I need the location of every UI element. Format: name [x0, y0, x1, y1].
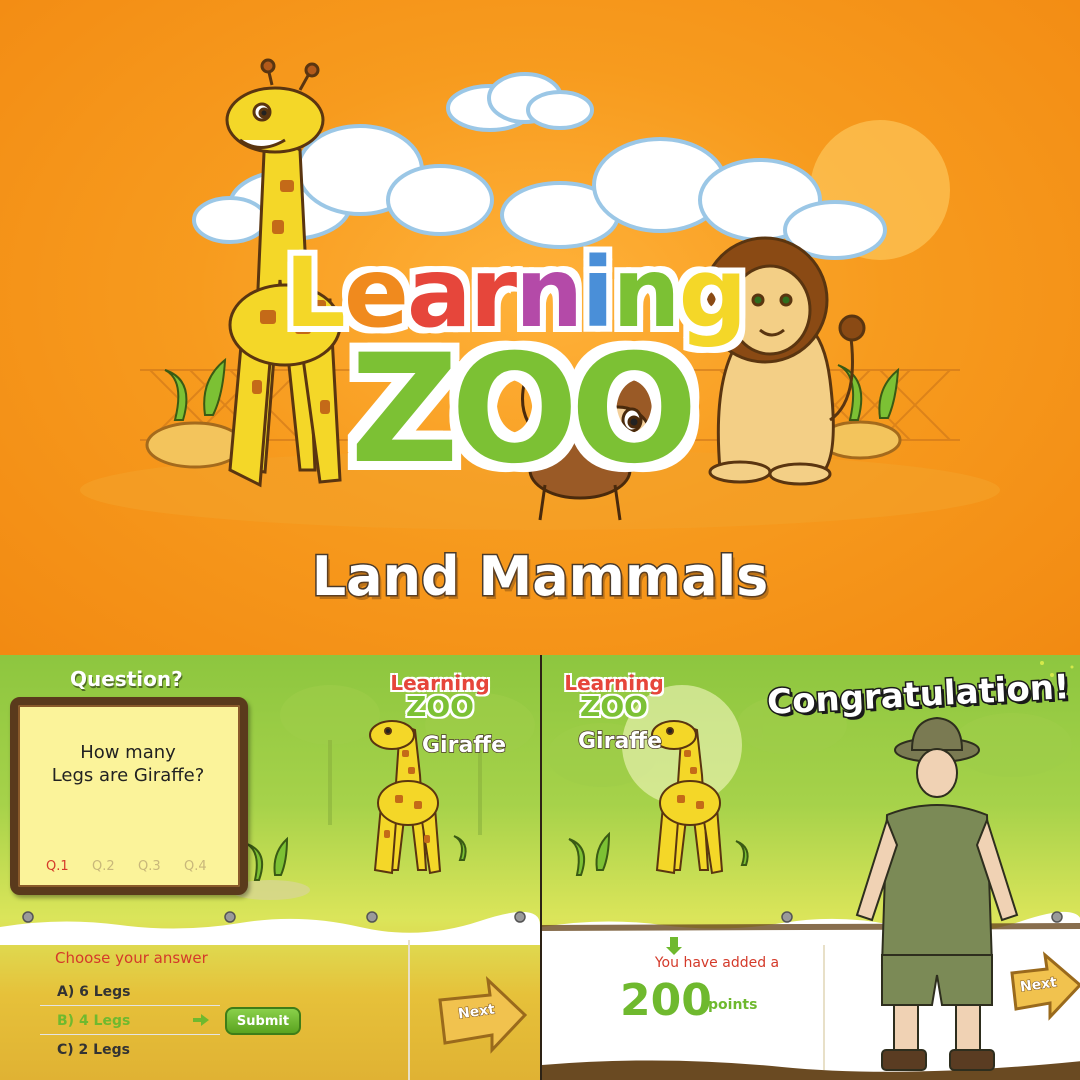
points-value: 200 [620, 975, 712, 1026]
selected-arrow-icon [193, 1014, 209, 1026]
divider [40, 1005, 220, 1006]
question-line-2: Legs are Giraffe? [51, 765, 205, 787]
step-q2[interactable]: Q.2 [92, 859, 115, 874]
game-subtitle: Land Mammals [310, 544, 770, 610]
step-q3[interactable]: Q.3 [138, 859, 161, 874]
divider [408, 940, 410, 1080]
points-added-text: You have added a [654, 955, 780, 971]
next-label: Next [1019, 974, 1059, 996]
step-q1[interactable]: Q.1 [46, 859, 69, 874]
plant-icon [735, 840, 749, 866]
next-button[interactable]: Next [440, 980, 530, 1046]
title-screen: Learning ZOO Land Mammals [0, 0, 1080, 655]
mini-logo: Learning ZOO [564, 673, 664, 723]
question-line-1: How many [80, 742, 176, 763]
rock [145, 421, 245, 469]
next-label: Next [457, 1001, 497, 1023]
question-board: How many Legs are Giraffe? Q.1 Q.2 Q.3 Q… [10, 697, 248, 895]
question-text: How many Legs are Giraffe? [38, 741, 218, 788]
question-screen: Question? How many Legs are Giraffe? Q.1… [0, 655, 540, 1080]
submit-button[interactable]: Submit [225, 1007, 301, 1035]
animal-name: Giraffe [577, 728, 663, 755]
result-screen: Learning ZOO Giraffe Congratulation! You… [540, 655, 1080, 1080]
answer-option-a[interactable]: A) 6 Legs [57, 984, 131, 1000]
plant-icon [246, 836, 289, 881]
logo-zoo-word: ZOO [348, 321, 701, 500]
next-button[interactable]: Next [1004, 955, 1080, 1021]
animal-name: Giraffe [421, 732, 507, 759]
points-unit: points [708, 997, 758, 1013]
mini-logo-bottom: ZOO [405, 690, 474, 723]
mini-logo-bottom: ZOO [579, 690, 648, 723]
mini-logo: Learning ZOO [390, 673, 490, 723]
choose-answer-label: Choose your answer [55, 949, 208, 967]
plant-icon [568, 831, 611, 876]
paper-strip-edge [0, 911, 540, 945]
cloud-icon [446, 72, 594, 132]
cloud-icon [192, 124, 494, 244]
step-q4[interactable]: Q.4 [184, 859, 207, 874]
logo-letter: L [283, 235, 348, 351]
answer-option-b[interactable]: B) 4 Legs [57, 1013, 130, 1029]
divider [40, 1034, 220, 1035]
question-heading: Question? [70, 667, 183, 691]
answer-option-c[interactable]: C) 2 Legs [57, 1042, 130, 1058]
plant-icon [453, 835, 467, 861]
